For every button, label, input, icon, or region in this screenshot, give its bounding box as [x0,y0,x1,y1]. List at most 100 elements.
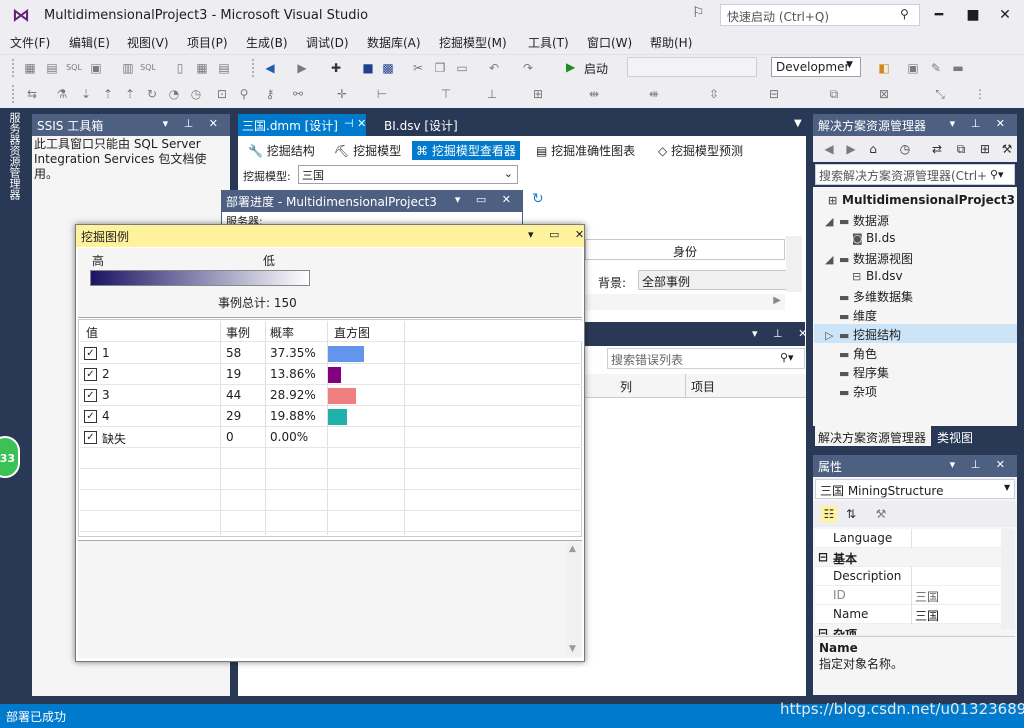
paste-icon[interactable]: ▭ [454,60,470,76]
wrench-icon[interactable]: ✎ [928,60,944,76]
row-checkbox[interactable]: ✓ [84,347,97,360]
property-row[interactable]: ID 三国 [815,586,1001,605]
column-header[interactable]: 项目 [691,378,715,395]
minimize-button[interactable]: ━ [924,4,954,26]
tree-node-datasources[interactable]: ◢ ▬ 数据源 [825,212,889,229]
grid-icon[interactable]: ▦ [22,60,38,76]
clock-icon[interactable]: ◷ [188,86,204,102]
menu-project[interactable]: 项目(P) [187,34,228,51]
toolbar-grip[interactable] [12,59,16,77]
menu-build[interactable]: 生成(B) [246,34,288,51]
menu-window[interactable]: 窗口(W) [587,34,632,51]
row-checkbox[interactable]: ✓ [84,368,97,381]
scroll-up-icon[interactable]: ▲ [569,544,576,554]
back-icon[interactable]: ◀ [821,141,837,157]
tree-node-bi-ds[interactable]: ◙ BI.ds [852,231,895,245]
toolbox-icon[interactable]: ▬ [950,60,966,76]
tree-node-assemblies[interactable]: ▬ 程序集 [839,364,889,381]
chevron-down-icon[interactable]: ▼ [1004,483,1010,492]
search-tool-icon[interactable]: ⚲ [236,86,252,102]
history-icon[interactable]: ◔ [166,86,182,102]
menu-help[interactable]: 帮助(H) [650,34,692,51]
server-explorer-tab[interactable]: 服务器资源管理器 [8,112,22,200]
tab-class-view[interactable]: 类视图 [934,426,976,449]
start-play-icon[interactable]: ▶ [566,60,575,74]
center-icon[interactable]: ⊞ [530,86,546,102]
properties-object-select[interactable]: 三国 MiningStructure [815,479,1015,499]
lock-layout-icon[interactable]: ⊠ [876,86,892,102]
find-icon[interactable]: ◧ [876,60,892,76]
error-panel-controls-icon[interactable]: ▾ ⊥ ✕ [752,327,813,340]
resize-icon[interactable]: ⤡ [932,86,948,102]
vertical-space-icon[interactable]: ⇳ [706,86,722,102]
expand-icon[interactable]: ▷ [825,329,839,342]
solution-search-input[interactable]: 搜索解决方案资源管理器(Ctrl+ [815,164,1015,185]
tree-node-misc[interactable]: ▬ 杂项 [839,383,877,400]
undo-icon[interactable]: ↶ [486,60,502,76]
tab-bi-dsv[interactable]: BI.dsv [设计] [380,114,462,137]
viewer-vertical-scrollbar[interactable] [786,236,802,292]
column-header[interactable]: 直方图 [334,324,370,341]
table-row[interactable]: ✓ 缺失 0 0.00% [80,427,582,448]
table-row[interactable]: ✓ 2 19 13.86% [80,364,582,385]
panel-controls-icon[interactable]: ▾ ⊥ ✕ [950,117,1011,130]
link-icon[interactable]: ⚯ [290,86,306,102]
row-checkbox[interactable]: ✓ [84,431,97,444]
viewer-horizontal-scrollbar[interactable]: ▶ [585,294,785,310]
column-header[interactable]: 值 [86,324,98,341]
tree-node-cubes[interactable]: ▬ 多维数据集 [839,288,913,305]
panel-controls-icon[interactable]: ▾ ⊥ ✕ [163,117,224,130]
mining-model-select[interactable]: 三国 ⌄ [298,165,518,184]
subtab-mining-models[interactable]: ⛏ 挖掘模型 [330,141,405,160]
menu-view[interactable]: 视图(V) [127,34,169,51]
save-icon[interactable]: ▣ [88,60,104,76]
tree-node-dsv[interactable]: ◢ ▬ 数据源视图 [825,250,913,267]
refresh-viewer-icon[interactable]: ↻ [532,191,544,207]
table-icon[interactable]: ▤ [44,60,60,76]
forward-icon[interactable]: ▶ [294,60,310,76]
search-icon[interactable]: ⚲▾ [780,351,794,364]
home-icon[interactable]: ⌂ [865,141,881,157]
properties-icon[interactable]: ⊞ [977,141,993,157]
subtab-mining-structure[interactable]: 🔧 挖掘结构 [244,141,319,160]
align-bottom-icon[interactable]: ⊥ [484,86,500,102]
toolbar-grip[interactable] [12,85,16,103]
tree-project-node[interactable]: ⊞ MultidimensionalProject3 [828,193,1015,207]
new-item-icon[interactable]: ✚ [328,60,344,76]
error-list-search-input[interactable]: 搜索错误列表 [607,348,805,369]
save-file-icon[interactable]: ■ [360,60,376,76]
column-header[interactable]: 概率 [270,324,294,341]
background-select[interactable]: 全部事例 [638,270,788,290]
legend-vertical-scrollbar[interactable]: ▲ ▼ [566,542,582,656]
forward-icon[interactable]: ▶ [843,141,859,157]
cut-icon[interactable]: ✂ [410,60,426,76]
legend-controls-icon[interactable]: ▾ ▭ ✕ [528,228,590,241]
layer-icon[interactable]: ⧉ [826,86,842,102]
overflow-icon[interactable]: ⋮ [972,86,988,102]
export-icon[interactable]: ⇡ [100,86,116,102]
property-row[interactable]: Language [815,529,1001,548]
start-button[interactable]: 启动 [584,60,608,77]
search-icon[interactable]: ⚲ [900,7,909,21]
align-top-icon[interactable]: ⊤ [438,86,454,102]
table-row[interactable]: ✓ 1 58 37.35% [80,343,582,364]
row-checkbox[interactable]: ✓ [84,389,97,402]
collapse-icon[interactable]: ⧉ [953,141,969,157]
property-row[interactable]: Description [815,567,1001,586]
spacing-icon[interactable]: ⇹ [586,86,602,102]
column-header[interactable]: 事例 [226,324,250,341]
menu-database[interactable]: 数据库(A) [367,34,421,51]
menu-mining-model[interactable]: 挖掘模型(M) [439,34,507,51]
distribute-icon[interactable]: ⇺ [646,86,662,102]
menu-debug[interactable]: 调试(D) [306,34,349,51]
search-icon[interactable]: ⚲▾ [990,168,1004,181]
collapse-icon[interactable]: ⊟ [818,626,828,635]
panel-controls-icon[interactable]: ▾ ▭ ✕ [455,193,517,206]
alphabetical-sort-icon[interactable]: ⇅ [843,506,859,522]
notification-badge[interactable]: 33 [0,436,20,478]
copy-icon[interactable]: ❐ [432,60,448,76]
menu-file[interactable]: 文件(F) [10,34,50,51]
sql-query-icon[interactable]: SQL [140,60,156,76]
property-category[interactable]: ⊟ 基本 [815,548,1001,567]
property-value[interactable]: 三国 [915,607,939,624]
